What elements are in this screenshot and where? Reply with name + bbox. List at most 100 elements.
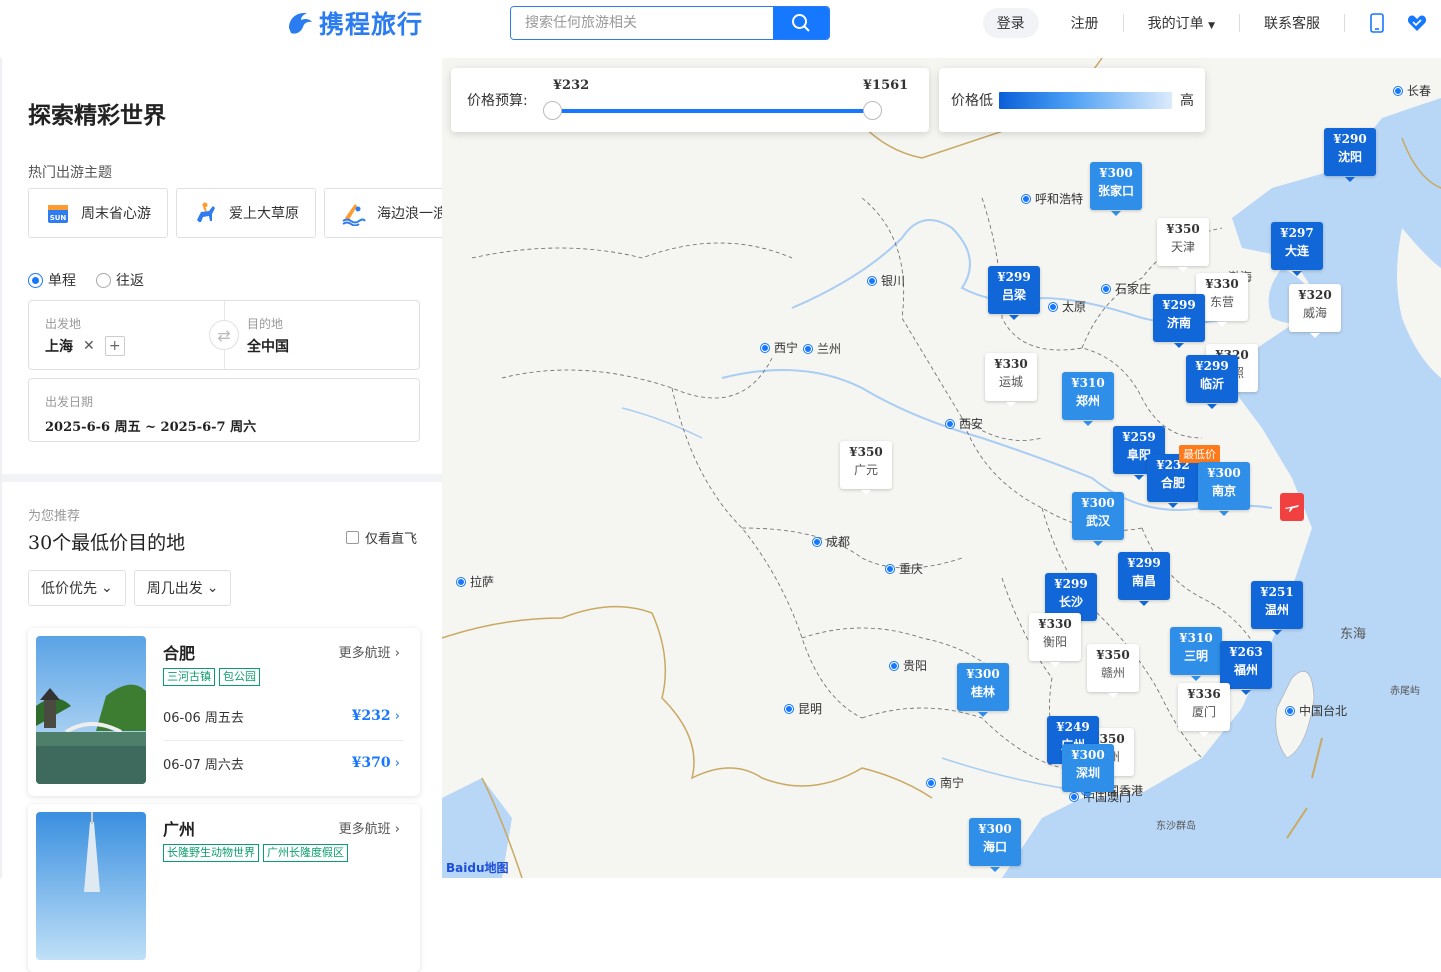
pin-city: 衡阳 <box>1042 635 1067 649</box>
remove-origin-icon[interactable]: ✕ <box>83 338 95 354</box>
chevron-down-icon: ⌄ <box>206 580 219 596</box>
city-label[interactable]: 西宁 <box>761 339 798 356</box>
pin-price: ¥299 <box>997 270 1031 284</box>
price-pin[interactable]: ¥299 南昌 <box>1118 552 1170 606</box>
city-label[interactable]: 西安 <box>946 415 983 432</box>
city-dot <box>761 343 769 352</box>
price-pin[interactable]: ¥350 赣州 <box>1087 644 1139 698</box>
tag-list: 三河古镇 包公园 <box>163 668 260 686</box>
weekday-dropdown[interactable]: 周几出发 ⌄ <box>133 570 232 606</box>
login-button[interactable]: 登录 <box>982 8 1039 38</box>
city-label[interactable]: 长春 <box>1394 82 1431 99</box>
price-pin[interactable]: ¥350 天津 <box>1157 218 1209 272</box>
city-label[interactable]: 成都 <box>813 533 850 550</box>
city-label[interactable]: 石家庄 <box>1102 280 1151 297</box>
legend-high-label: 高 <box>1180 93 1194 109</box>
direct-only-checkbox[interactable]: 仅看直飞 <box>346 528 417 547</box>
city-dot <box>1049 302 1057 311</box>
pin-city: 海口 <box>982 840 1007 854</box>
pin-city: 天津 <box>1170 240 1195 254</box>
pin-price: ¥297 <box>1280 226 1314 240</box>
budget-max: ¥1561 <box>863 78 909 93</box>
price-pin[interactable]: ¥310 郑州 <box>1062 372 1114 426</box>
my-orders-label: 我的订单 <box>1147 16 1204 32</box>
swap-route-button[interactable]: ⇄ <box>209 320 239 350</box>
city-label[interactable]: 贵阳 <box>890 657 927 674</box>
pin-city: 厦门 <box>1191 705 1216 719</box>
price-pin[interactable]: ¥310 三明 <box>1170 627 1222 681</box>
city-label[interactable]: 银川 <box>868 272 905 289</box>
city-label[interactable]: 太原 <box>1049 298 1086 315</box>
pin-city: 运城 <box>998 375 1023 389</box>
budget-slider-track[interactable] <box>553 109 873 113</box>
nav-divider <box>1239 14 1240 32</box>
more-label: 更多航班 <box>338 822 391 837</box>
outbound-flight-row[interactable]: 06-06 周五去 ¥232 › <box>163 696 400 736</box>
city-label[interactable]: 南宁 <box>927 774 964 791</box>
price-pin[interactable]: ¥330 运城 <box>985 353 1037 407</box>
budget-max-handle[interactable] <box>863 101 882 120</box>
pin-city: 威海 <box>1302 306 1327 320</box>
round-trip-radio[interactable]: 往返 <box>96 270 144 290</box>
more-flights-link[interactable]: 更多航班 › <box>339 642 400 661</box>
origin-plane-marker[interactable] <box>1280 493 1304 521</box>
price-pin[interactable]: ¥297 大连 <box>1271 222 1323 276</box>
price-pin[interactable]: 最低价 ¥232 合肥 <box>1147 445 1220 508</box>
city-label[interactable]: 中国台北 <box>1286 702 1347 719</box>
contact-service-link[interactable]: 联系客服 <box>1252 13 1332 33</box>
register-link[interactable]: 注册 <box>1059 13 1111 33</box>
price-pin[interactable]: ¥330 衡阳 <box>1029 613 1081 667</box>
return-flight-row[interactable]: 06-07 周六去 ¥370 › <box>163 743 400 783</box>
price-pin[interactable]: ¥300 张家口 <box>1090 162 1142 216</box>
flight-date: 06-07 周六去 <box>163 757 244 773</box>
city-label[interactable]: 昆明 <box>785 700 822 717</box>
city-label[interactable]: 呼和浩特 <box>1022 190 1083 207</box>
price-pin[interactable]: ¥300 深圳 <box>1062 744 1114 798</box>
price-pin[interactable]: ¥300 武汉 <box>1072 492 1124 546</box>
price-pin[interactable]: ¥300 南京 <box>1198 462 1250 516</box>
origin-field[interactable]: 出发地 上海 ✕ + <box>45 315 125 356</box>
search-box <box>510 6 830 40</box>
price-map[interactable]: 价格预算: ¥232 ¥1561 价格低 高 长春 呼和浩特 银川 石家庄 太原… <box>442 58 1441 878</box>
search-button[interactable] <box>773 7 829 39</box>
mobile-app-icon[interactable] <box>1367 13 1387 33</box>
ctrip-logo[interactable]: 携程旅行 <box>285 5 423 41</box>
price-legend: 价格低 高 <box>939 68 1205 132</box>
price-pin[interactable]: ¥299 济南 <box>1153 294 1205 348</box>
price-pin[interactable]: ¥320 威海 <box>1289 284 1341 338</box>
price-pin[interactable]: ¥350 广元 <box>840 441 892 495</box>
destination-card[interactable]: 合肥 更多航班 › 三河古镇 包公园 06-06 周五去 ¥232 › 06-07… <box>28 628 420 796</box>
city-label[interactable]: 重庆 <box>886 560 923 577</box>
price-pin[interactable]: ¥336 厦门 <box>1178 683 1230 737</box>
sort-dropdown[interactable]: 低价优先 ⌄ <box>28 570 126 606</box>
pin-city: 武汉 <box>1085 514 1110 528</box>
price-pin[interactable]: ¥300 海口 <box>969 818 1021 872</box>
poi-tag: 包公园 <box>219 668 260 686</box>
price-pin[interactable]: ¥263 福州 <box>1220 641 1272 695</box>
my-orders-menu[interactable]: 我的订单 ▼ <box>1136 13 1227 33</box>
price-pin[interactable]: ¥299 吕梁 <box>988 266 1040 320</box>
destination-card[interactable]: 广州 更多航班 › 长隆野生动物世界 广州长隆度假区 <box>28 804 420 972</box>
sea-label: 赤尾屿 <box>1390 686 1420 697</box>
one-way-radio[interactable]: 单程 <box>28 270 76 290</box>
city-name: 西安 <box>959 417 984 431</box>
theme-weekend[interactable]: SUN 周末省心游 <box>28 188 168 238</box>
price-pin[interactable]: ¥300 桂林 <box>957 663 1009 717</box>
add-origin-button[interactable]: + <box>104 336 125 356</box>
city-label[interactable]: 拉萨 <box>457 573 494 590</box>
budget-min-handle[interactable] <box>543 101 562 120</box>
more-flights-link[interactable]: 更多航班 › <box>339 818 400 837</box>
search-input[interactable] <box>511 7 773 39</box>
city-name: 昆明 <box>798 702 823 716</box>
price-pin[interactable]: ¥290 沈阳 <box>1324 128 1376 182</box>
heart-hand-icon[interactable] <box>1407 13 1427 33</box>
theme-grassland[interactable]: 爱上大草原 <box>176 188 316 238</box>
city-label[interactable]: 兰州 <box>804 340 841 357</box>
departure-date-field[interactable]: 出发日期 2025-6-6 周五 ~ 2025-6-7 周六 <box>28 378 420 442</box>
price-pin[interactable]: ¥299 临沂 <box>1186 355 1238 409</box>
radio-label: 往返 <box>116 273 144 289</box>
price-pin[interactable]: ¥251 温州 <box>1251 581 1303 635</box>
theme-seaside[interactable]: 海边浪一浪 <box>324 188 444 238</box>
baidu-map-brand: Baidu地图 <box>446 861 509 875</box>
destination-field[interactable]: 目的地 全中国 <box>247 315 289 356</box>
